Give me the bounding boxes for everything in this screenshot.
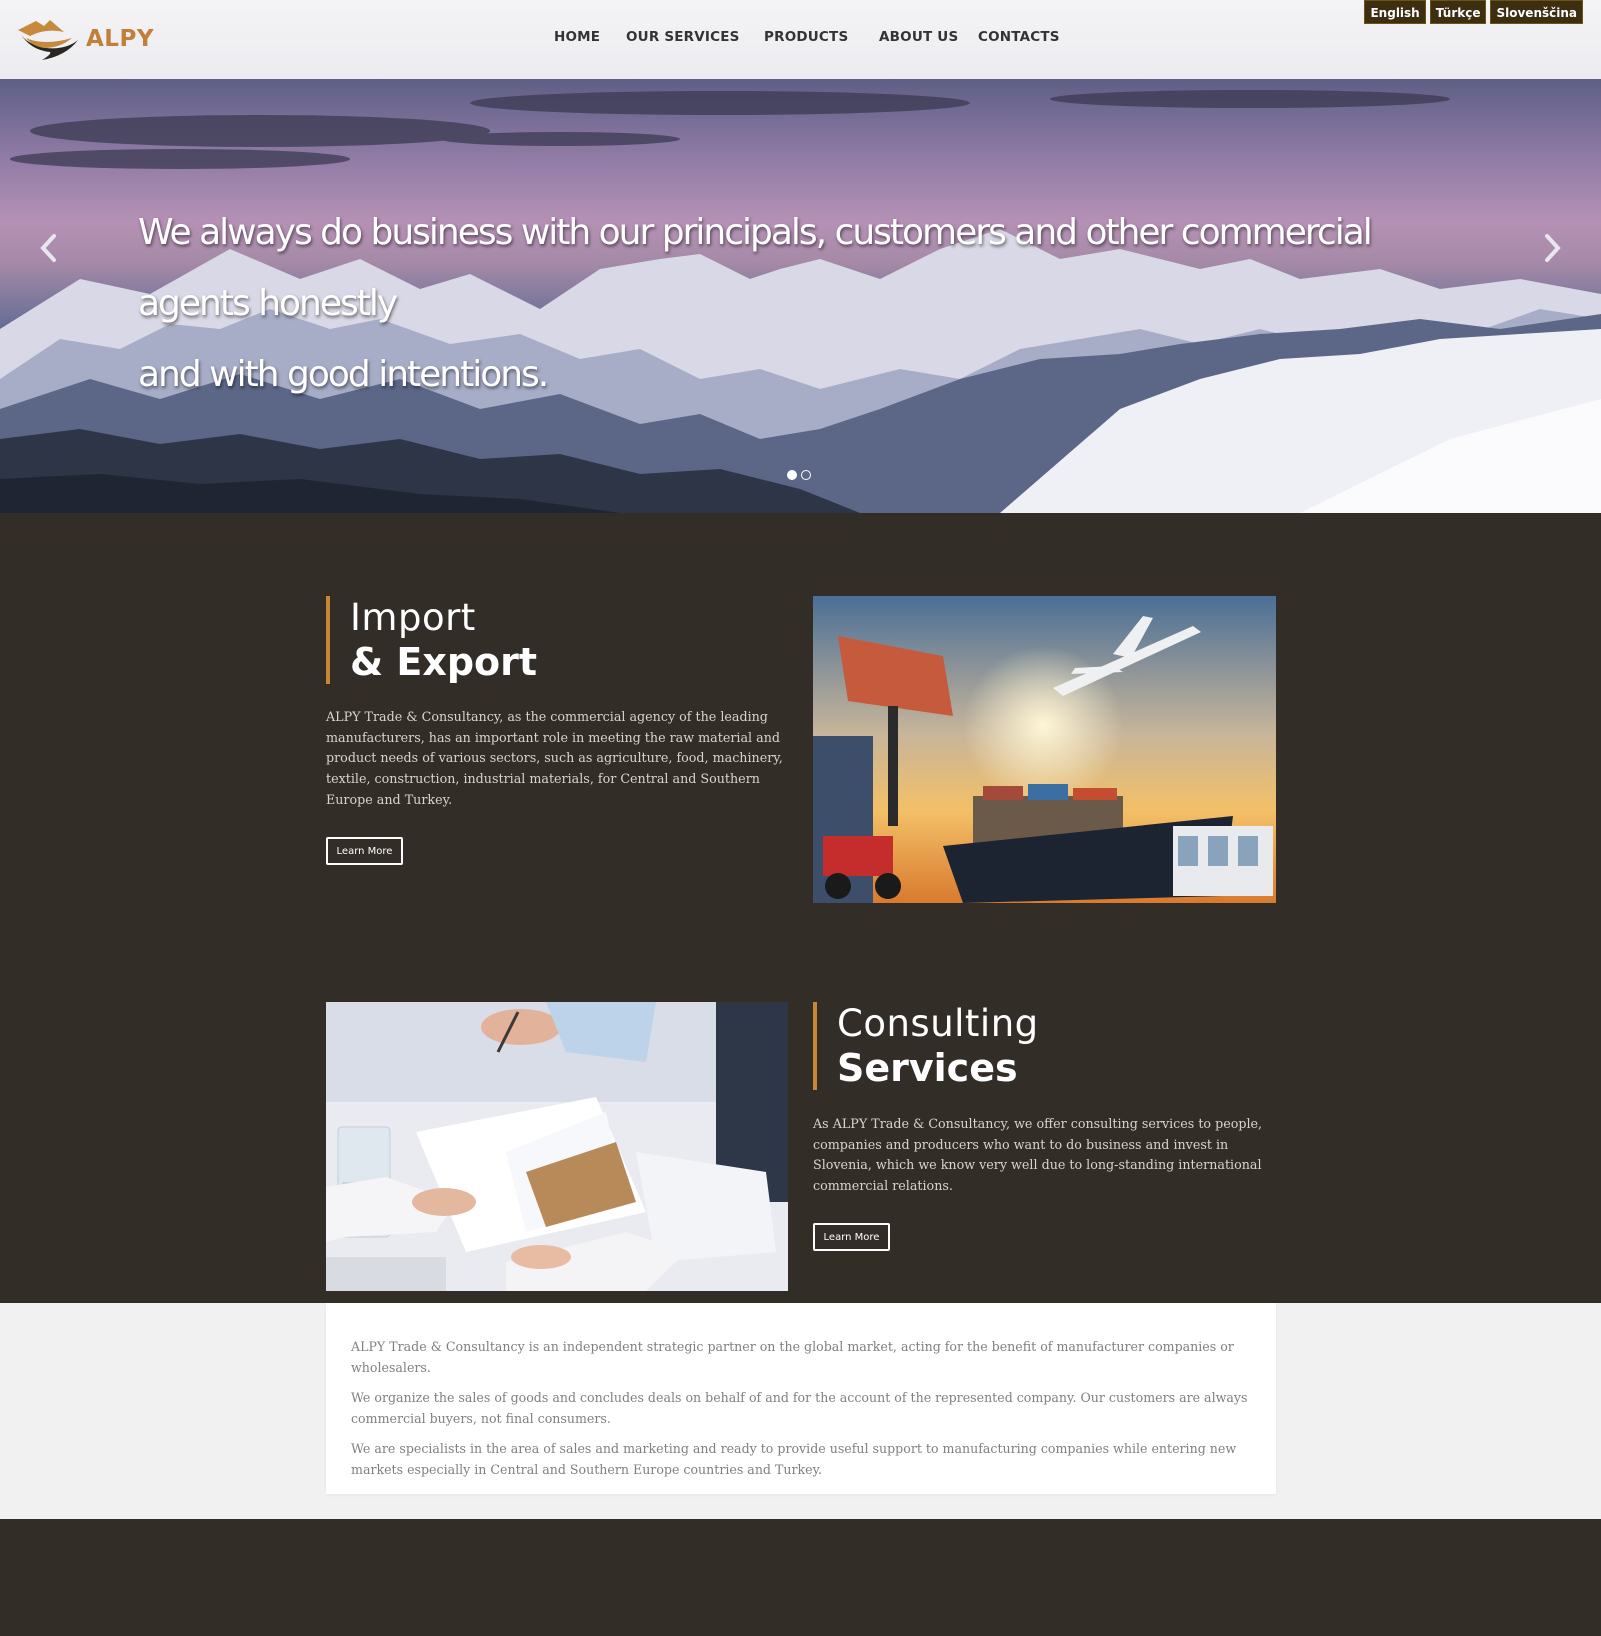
cargo-ship-airplane-photo bbox=[813, 596, 1276, 903]
slider-next-button[interactable] bbox=[1537, 231, 1567, 265]
hero-slider: We always do business with our principal… bbox=[0, 79, 1601, 513]
consulting-services-title: Consulting Services bbox=[813, 1002, 1039, 1090]
site-header: ALPY HOME OUR SERVICES PRODUCTS ABOUT US… bbox=[0, 0, 1601, 79]
import-export-title: Import & Export bbox=[326, 596, 537, 684]
about-paragraph-3: We are specialists in the area of sales … bbox=[351, 1441, 1237, 1477]
meeting-photo-graphic bbox=[326, 1002, 788, 1291]
import-export-learn-more-button[interactable]: Learn More bbox=[326, 837, 403, 865]
logo-text: ALPY bbox=[86, 26, 154, 52]
import-export-title-bold: & Export bbox=[350, 640, 538, 684]
cargo-photo-graphic bbox=[813, 596, 1276, 903]
mountain-logo-icon bbox=[18, 20, 78, 60]
consulting-services-title-light: Consulting bbox=[837, 1002, 1039, 1045]
import-export-description: ALPY Trade & Consultancy, as the commerc… bbox=[326, 709, 783, 807]
lang-slovenscina[interactable]: Slovenščina bbox=[1490, 0, 1583, 24]
slider-dot-2[interactable] bbox=[801, 470, 811, 480]
slider-prev-button[interactable] bbox=[34, 231, 64, 265]
lang-turkce[interactable]: Türkçe bbox=[1429, 0, 1487, 24]
import-export-title-light: Import bbox=[350, 596, 476, 639]
site-footer bbox=[0, 1519, 1601, 1636]
nav-our-services[interactable]: OUR SERVICES bbox=[626, 29, 740, 45]
nav-contacts[interactable]: CONTACTS bbox=[978, 29, 1060, 45]
about-paragraph-1: ALPY Trade & Consultancy is an independe… bbox=[351, 1339, 1234, 1375]
consulting-services-title-bold: Services bbox=[837, 1046, 1018, 1090]
language-switcher: English Türkçe Slovenščina bbox=[1364, 0, 1583, 24]
nav-about-us[interactable]: ABOUT US bbox=[879, 29, 958, 45]
slider-dots bbox=[787, 470, 811, 480]
slider-dot-1[interactable] bbox=[787, 470, 797, 480]
nav-products[interactable]: PRODUCTS bbox=[764, 29, 848, 45]
chevron-left-icon bbox=[40, 234, 56, 262]
consulting-services-description: As ALPY Trade & Consultancy, we offer co… bbox=[813, 1116, 1263, 1194]
about-paragraph-2: We organize the sales of goods and concl… bbox=[351, 1390, 1248, 1426]
lang-english[interactable]: English bbox=[1364, 0, 1426, 24]
about-info-box: ALPY Trade & Consultancy is an independe… bbox=[326, 1303, 1276, 1494]
business-meeting-documents-photo bbox=[326, 1002, 788, 1291]
hero-headline: We always do business with our principal… bbox=[138, 197, 1478, 410]
chevron-right-icon bbox=[1545, 234, 1561, 262]
nav-home[interactable]: HOME bbox=[554, 29, 600, 45]
hero-line-2: and with good intentions. bbox=[138, 354, 549, 395]
hero-line-1: We always do business with our principal… bbox=[138, 212, 1373, 324]
consulting-learn-more-button[interactable]: Learn More bbox=[813, 1223, 890, 1251]
logo[interactable]: ALPY bbox=[16, 15, 166, 63]
